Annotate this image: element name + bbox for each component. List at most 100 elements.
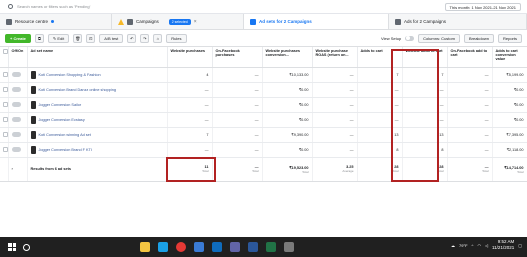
- cell-website-purchases: —: [167, 112, 213, 128]
- col-website-purchases[interactable]: Website purchases: [167, 47, 213, 68]
- reports-dropdown[interactable]: Reports: [497, 33, 522, 43]
- chrome-icon[interactable]: [176, 242, 186, 252]
- undo-button[interactable]: ↶: [127, 33, 137, 43]
- selected-chip[interactable]: 2 selected: [168, 18, 191, 25]
- create-button[interactable]: + Create: [5, 33, 31, 43]
- row-checkbox[interactable]: [3, 116, 7, 122]
- row-toggle-cell[interactable]: [8, 127, 28, 143]
- store-icon[interactable]: [194, 242, 204, 252]
- row-toggle-cell[interactable]: [8, 142, 28, 158]
- row-select-cell[interactable]: [0, 82, 9, 98]
- col-purchase-conv-value[interactable]: Website purchases conversion...: [262, 47, 313, 68]
- col-adds-to-cart[interactable]: Adds to cart: [357, 47, 403, 68]
- ad-set-name-cell[interactable]: Koti Conversion winning Ad set: [27, 127, 168, 143]
- col-onfb-add-to-cart[interactable]: On-Facebook add to cart: [447, 47, 493, 68]
- weather-icon[interactable]: ☁: [451, 243, 455, 248]
- ad-set-toggle[interactable]: [11, 71, 21, 77]
- table-row[interactable]: Koti Conversion Shopping & Fashion 4— ₹10,…: [0, 67, 527, 83]
- ad-set-name[interactable]: Koti Conversion winning Ad set: [39, 133, 91, 137]
- volume-icon[interactable]: ◁: [485, 243, 488, 248]
- ad-set-name[interactable]: Jogger Conversion Brand F KTI: [39, 148, 92, 152]
- table-row[interactable]: Jogger Conversion Sailor — — ₹0.00— — — — ₹0.00: [0, 97, 527, 113]
- row-select-cell[interactable]: [0, 142, 9, 158]
- ad-set-name-cell[interactable]: Jogger Conversion Ecstasy: [27, 112, 168, 128]
- edge-icon[interactable]: [158, 242, 168, 252]
- file-explorer-icon[interactable]: [140, 242, 150, 252]
- table-row[interactable]: Jogger Conversion Brand F KTI — — ₹0.00—8 8—…: [0, 142, 527, 158]
- row-checkbox[interactable]: [3, 101, 7, 107]
- row-checkbox[interactable]: [3, 71, 7, 77]
- row-select-cell[interactable]: [0, 112, 9, 128]
- mail-icon[interactable]: [212, 242, 222, 252]
- notifications-icon[interactable]: ▢: [518, 243, 522, 248]
- search-input[interactable]: Search names or filters such as 'Pending…: [17, 4, 90, 9]
- ad-set-name-cell[interactable]: Koti Conversion Brand Danzz online shopp…: [27, 82, 168, 98]
- word-icon[interactable]: [248, 242, 258, 252]
- ad-set-name[interactable]: Koti Conversion Shopping & Fashion: [39, 73, 101, 77]
- ad-set-toggle[interactable]: [11, 86, 21, 92]
- row-checkbox[interactable]: [3, 146, 7, 152]
- date-range-picker[interactable]: This month: 1 Nov 2021-21 Nov 2021: [444, 3, 521, 11]
- col-ad-set-name[interactable]: Ad set name: [27, 47, 168, 68]
- ad-set-toggle[interactable]: [11, 131, 21, 137]
- row-toggle-cell[interactable]: [8, 82, 28, 98]
- tab-ads[interactable]: Ads for 2 Campaigns: [389, 14, 527, 29]
- table-row[interactable]: Koti Conversion winning Ad set 7— ₹9,390.0…: [0, 127, 527, 143]
- duplicate-button[interactable]: ⧉: [34, 33, 44, 43]
- row-toggle-cell[interactable]: [8, 112, 28, 128]
- windows-start-icon[interactable]: [8, 243, 16, 251]
- lock-button[interactable]: ⊡: [86, 33, 96, 43]
- excel-icon[interactable]: [266, 242, 276, 252]
- row-toggle-cell[interactable]: [8, 67, 28, 83]
- row-select-cell[interactable]: [0, 67, 9, 83]
- ab-test-button[interactable]: A/B test: [99, 33, 124, 43]
- tab-ad-sets[interactable]: Ad sets for 2 Campaigns: [244, 14, 389, 29]
- rules-button[interactable]: Rules: [166, 33, 187, 43]
- row-select-cell[interactable]: [0, 97, 9, 113]
- cell-adds-to-cart-value: ₹2,118.00: [492, 142, 527, 158]
- view-setup-toggle[interactable]: [405, 35, 415, 41]
- edit-button[interactable]: ✎ Edit: [47, 33, 70, 43]
- settings-icon[interactable]: [284, 242, 294, 252]
- expand-chevron-icon[interactable]: ›: [12, 167, 13, 171]
- col-purchase-roas[interactable]: Website purchase ROAS (return on...: [312, 47, 358, 68]
- tag-button[interactable]: ⌂: [153, 33, 163, 43]
- redo-button[interactable]: ↷: [140, 33, 150, 43]
- ad-set-name-cell[interactable]: Koti Conversion Shopping & Fashion: [27, 67, 168, 83]
- col-off-on[interactable]: Off/On: [8, 47, 28, 68]
- col-website-adds-to-cart[interactable]: Website adds to cart: [402, 47, 448, 68]
- ad-set-name-cell[interactable]: Jogger Conversion Brand F KTI: [27, 142, 168, 158]
- ad-set-name-cell[interactable]: Jogger Conversion Sailor: [27, 97, 168, 113]
- search-bar[interactable]: Search names or filters such as 'Pending…: [0, 0, 527, 14]
- cell-onfb-add-to-cart: —: [447, 97, 493, 113]
- taskbar-search-icon[interactable]: [23, 243, 30, 251]
- select-all-checkbox[interactable]: [3, 49, 8, 54]
- ad-set-name[interactable]: Jogger Conversion Ecstasy: [39, 118, 85, 122]
- ad-set-toggle[interactable]: [11, 116, 21, 122]
- col-adds-to-cart-value[interactable]: Adds to cart conversion value: [492, 47, 527, 68]
- col-onfb-purchases[interactable]: On-Facebook purchases: [212, 47, 263, 68]
- resource-centre-tab[interactable]: Resource centre: [0, 14, 112, 29]
- results-expand[interactable]: ›: [8, 157, 28, 182]
- select-all-cell[interactable]: [0, 47, 9, 68]
- wifi-icon[interactable]: ◠: [477, 243, 481, 248]
- row-toggle-cell[interactable]: [8, 97, 28, 113]
- columns-dropdown[interactable]: Columns: Custom: [418, 33, 460, 43]
- ad-set-name[interactable]: Koti Conversion Brand Danzz online shopp…: [39, 88, 116, 92]
- teams-icon[interactable]: [230, 242, 240, 252]
- table-row[interactable]: Koti Conversion Brand Danzz online shopp…: [0, 82, 527, 98]
- campaign-folder-icon: [127, 18, 133, 25]
- table-row[interactable]: Jogger Conversion Ecstasy — — ₹0.00— — — — ₹0.0…: [0, 112, 527, 128]
- clock[interactable]: 9:52 AM 11/21/2021: [492, 239, 514, 251]
- delete-button[interactable]: 🗑: [73, 33, 83, 43]
- row-checkbox[interactable]: [3, 131, 7, 137]
- ad-set-name[interactable]: Jogger Conversion Sailor: [39, 103, 82, 107]
- row-select-cell[interactable]: [0, 127, 9, 143]
- clear-selection-icon[interactable]: ×: [194, 19, 197, 25]
- breakdown-dropdown[interactable]: Breakdown: [463, 33, 494, 43]
- tray-chevron-icon[interactable]: ^: [472, 243, 474, 248]
- row-checkbox[interactable]: [3, 86, 7, 92]
- tab-campaigns[interactable]: Campaigns 2 selected ×: [112, 14, 244, 29]
- ad-set-toggle[interactable]: [11, 101, 21, 107]
- ad-set-toggle[interactable]: [11, 146, 21, 152]
